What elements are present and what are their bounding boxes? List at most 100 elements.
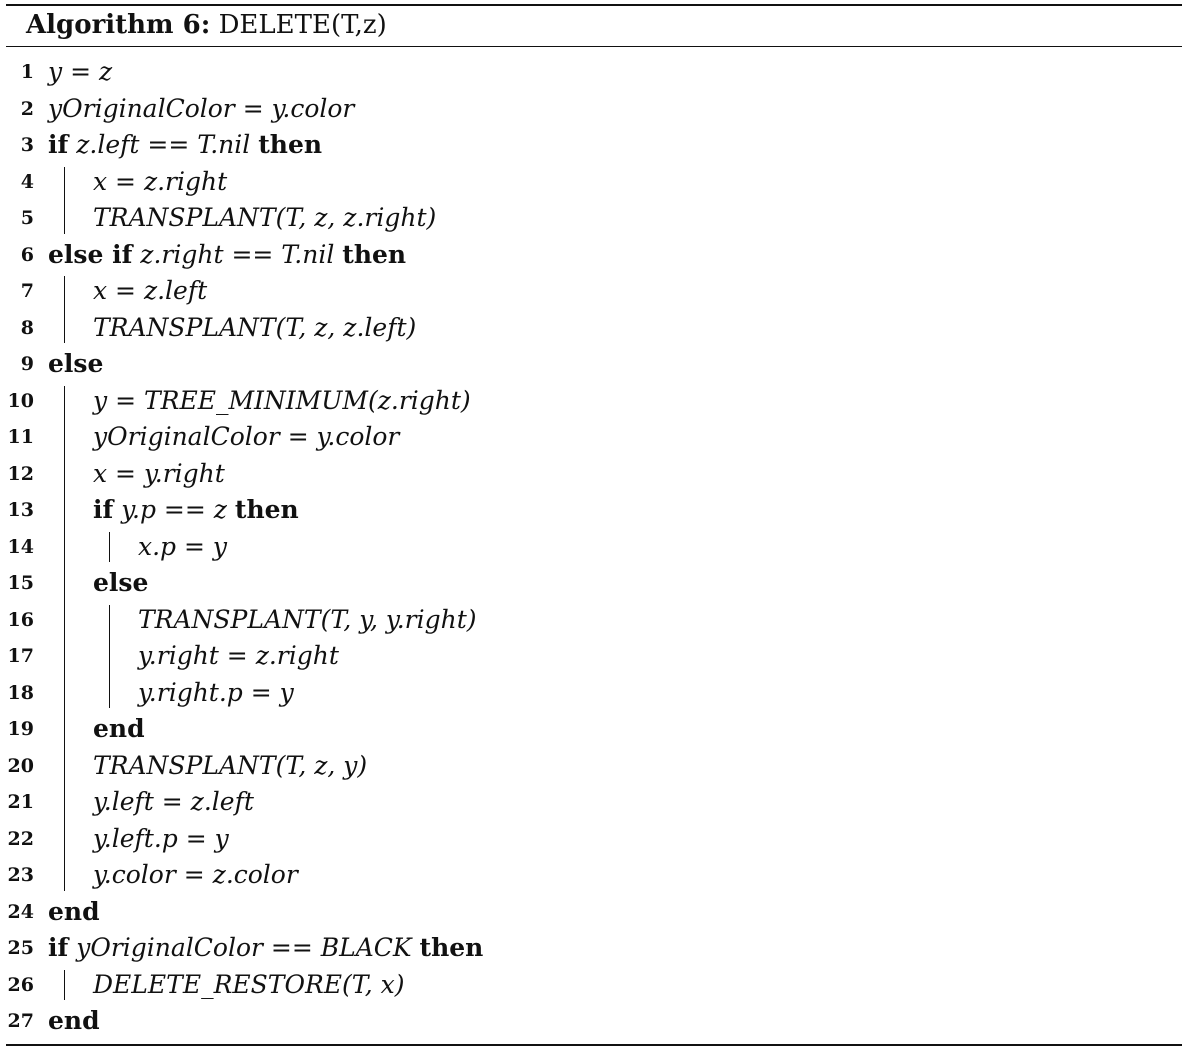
code-line: 26 DELETE_RESTORE(T, x) (6, 967, 1182, 1003)
math-expression: y = z (48, 57, 113, 86)
math-expression: x.p = y (138, 531, 228, 561)
code-line: 10 y = TREE_MINIMUM(z.right) (6, 383, 1182, 419)
math-expression: yOriginalColor = y.color (93, 422, 400, 451)
caption-rule (6, 46, 1182, 47)
line-code: y.right = z.right (138, 638, 339, 674)
code-line: 2 yOriginalColor = y.color (6, 91, 1182, 127)
block-indent-bar (64, 969, 65, 1000)
line-number: 15 (7, 572, 34, 594)
line-code: x.p = y (138, 529, 227, 565)
keyword: else (48, 349, 104, 378)
line-number: 3 (20, 134, 34, 156)
line-number: 17 (7, 645, 34, 667)
line-number: 22 (7, 827, 34, 850)
algorithm-block: Algorithm 6: DELETE(T,z) 1 y = z 2 yOrigina… (6, 4, 1182, 1048)
keyword: if (48, 130, 69, 159)
line-code: else (93, 565, 148, 601)
code-line: 9 else (6, 346, 1182, 382)
line-number: 4 (20, 170, 34, 193)
math-expression: y.p == z (121, 495, 227, 524)
line-number: 1 (20, 61, 34, 83)
line-code: if yOriginalColor == BLACK then (48, 930, 483, 966)
line-number: 19 (7, 718, 34, 740)
keyword: then (342, 239, 407, 269)
bottom-rule (6, 1044, 1182, 1046)
line-code: yOriginalColor = y.color (48, 91, 354, 127)
code-line: 19 end (6, 711, 1182, 747)
line-code: DELETE_RESTORE(T, x) (93, 967, 405, 1003)
line-number: 26 (7, 973, 34, 996)
code-line: 22 y.left.p = y (6, 821, 1182, 857)
algorithm-label: Algorithm 6: (26, 10, 211, 40)
code-line: 23 y.color = z.color (6, 857, 1182, 893)
line-number: 21 (7, 791, 34, 813)
line-code: yOriginalColor = y.color (93, 419, 399, 455)
math-expression: y = TREE_MINIMUM(z.right) (93, 385, 471, 415)
code-line: 16 TRANSPLANT(T, y, y.right) (6, 602, 1182, 638)
line-code: y.left = z.left (93, 784, 254, 820)
math-expression: DELETE_RESTORE(T, x) (93, 969, 405, 999)
keyword: end (93, 714, 145, 743)
line-code: end (48, 894, 100, 930)
line-code: else (48, 346, 103, 382)
math-expression: z.left == T.nil (76, 130, 251, 159)
line-code: if y.p == z then (93, 492, 299, 528)
math-expression: z.right == T.nil (140, 239, 335, 269)
block-indent-bar (64, 276, 65, 343)
line-code: else if z.right == T.nil then (48, 237, 406, 273)
keyword: then (234, 495, 299, 524)
line-code: x = y.right (93, 456, 225, 492)
math-expression: y.right = z.right (138, 641, 339, 670)
line-number: 5 (20, 207, 34, 229)
code-line: 1 y = z (6, 54, 1182, 90)
top-rule (6, 4, 1182, 6)
line-code: y.right.p = y (138, 675, 294, 711)
math-expression: x = y.right (93, 458, 225, 488)
math-expression: x = z.right (93, 166, 228, 196)
code-line: 12 x = y.right (6, 456, 1182, 492)
code-line: 4 x = z.right (6, 164, 1182, 200)
line-code: TRANSPLANT(T, z, y) (93, 748, 367, 784)
math-expression: y.color = z.color (93, 860, 298, 889)
block-indent-bar (64, 385, 65, 891)
math-expression: yOriginalColor = y.color (48, 93, 355, 123)
code-line: 25 if yOriginalColor == BLACK then (6, 930, 1182, 966)
code-line: 15 else (6, 565, 1182, 601)
line-code: y.left.p = y (93, 821, 229, 857)
code-line: 20 TRANSPLANT(T, z, y) (6, 748, 1182, 784)
math-expression: TRANSPLANT(T, z, y) (93, 750, 368, 780)
line-number: 11 (7, 426, 34, 448)
code-line: 8 TRANSPLANT(T, z, z.left) (6, 310, 1182, 346)
line-number: 12 (7, 462, 34, 485)
math-expression: y.left.p = y (93, 823, 229, 853)
code-line: 13 if y.p == z then (6, 492, 1182, 528)
code-line: 5 TRANSPLANT(T, z, z.right) (6, 200, 1182, 236)
line-number: 24 (7, 900, 34, 923)
line-code: y.color = z.color (93, 857, 298, 893)
block-indent-bar (109, 604, 110, 708)
line-number: 25 (7, 937, 34, 959)
line-number: 13 (7, 499, 34, 521)
math-expression: TRANSPLANT(T, y, y.right) (138, 604, 477, 634)
keyword: else if (48, 239, 133, 269)
keyword: if (48, 933, 69, 962)
line-code: x = z.left (93, 273, 207, 309)
code-line: 17 y.right = z.right (6, 638, 1182, 674)
line-number: 27 (7, 1010, 34, 1032)
line-code: y = z (48, 54, 112, 90)
line-code: TRANSPLANT(T, z, z.right) (93, 200, 436, 236)
line-number: 6 (20, 243, 34, 266)
code-line: 27 end (6, 1003, 1182, 1039)
line-code: x = z.right (93, 164, 227, 200)
line-number: 14 (7, 535, 34, 558)
algorithm-title: DELETE(T,z) (218, 10, 387, 40)
keyword: then (419, 933, 484, 962)
line-number: 10 (7, 389, 34, 412)
line-code: end (93, 711, 145, 747)
code-line: 3 if z.left == T.nil then (6, 127, 1182, 163)
algorithm-caption: Algorithm 6: DELETE(T,z) (26, 7, 387, 43)
code-line: 7 x = z.left (6, 273, 1182, 309)
math-expression: y.left = z.left (93, 787, 254, 816)
line-code: if z.left == T.nil then (48, 127, 322, 163)
math-expression: TRANSPLANT(T, z, z.right) (93, 203, 437, 232)
